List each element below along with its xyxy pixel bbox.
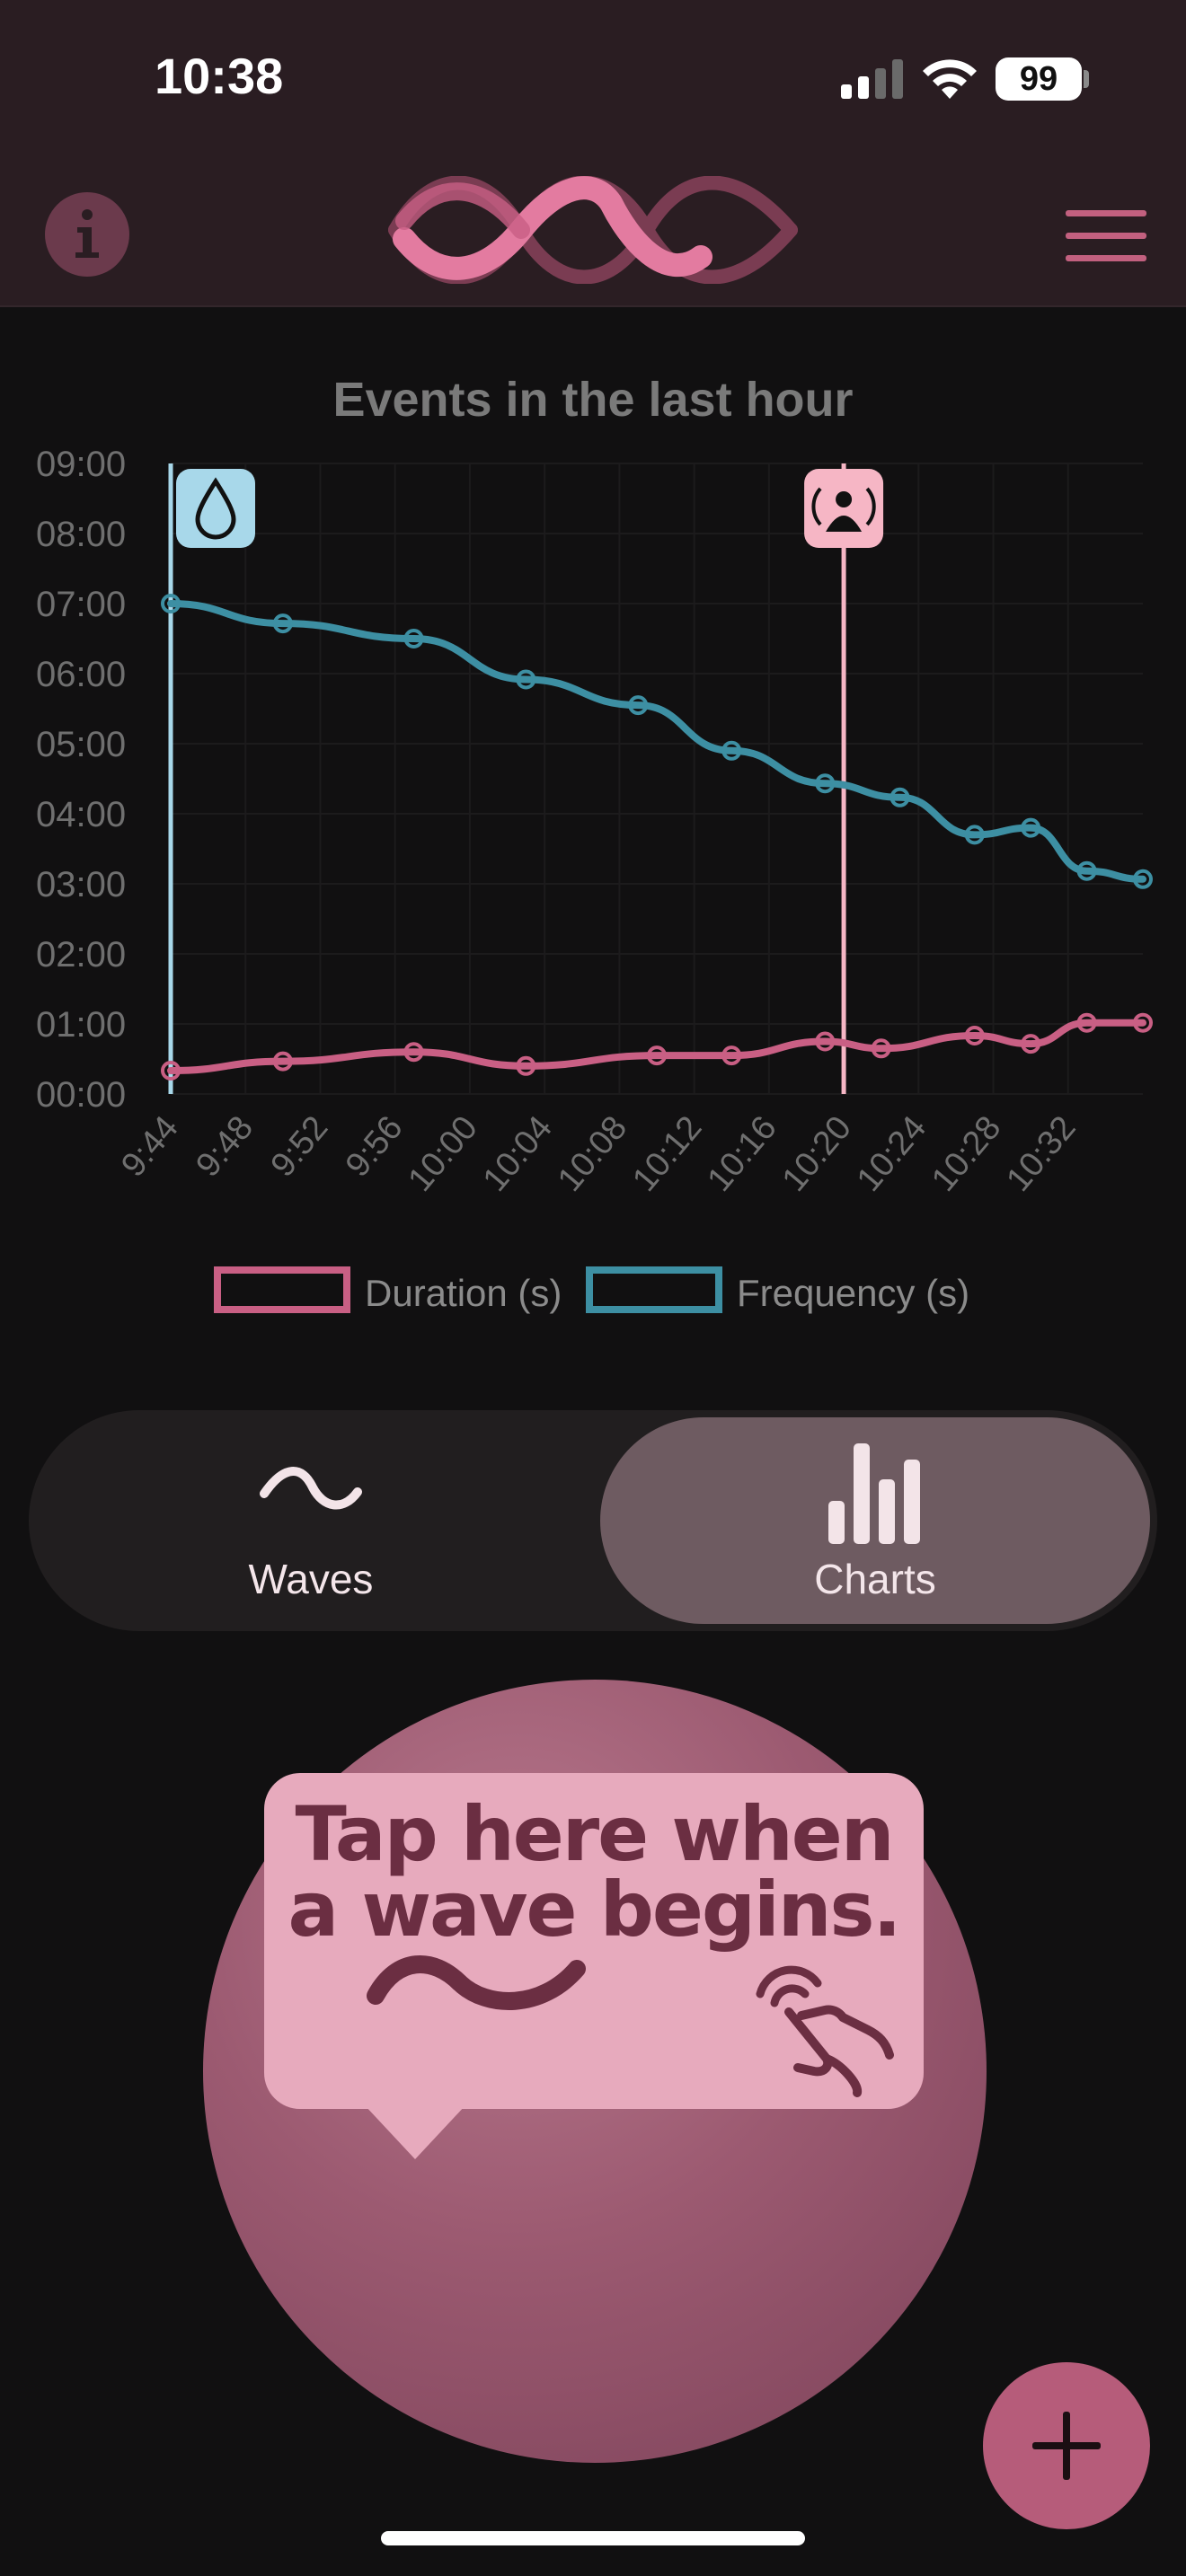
wave-icon xyxy=(260,1467,362,1510)
x-tick-label: 10:28 xyxy=(925,1109,1008,1199)
chart-title: Events in the last hour xyxy=(332,373,854,427)
tap-hint-text: Tap here when a wave begins. xyxy=(264,1796,924,1947)
legend-swatch-0 xyxy=(214,1266,350,1313)
x-tick-label: 10:24 xyxy=(850,1109,934,1199)
x-tick-label: 10:08 xyxy=(551,1109,634,1199)
x-tick-label: 10:32 xyxy=(999,1109,1083,1199)
y-tick-label: 08:00 xyxy=(36,515,126,554)
x-tick-label: 10:16 xyxy=(700,1109,783,1199)
x-tick-label: 9:52 xyxy=(264,1109,336,1185)
battery-tip xyxy=(1084,70,1089,88)
series-line-1 xyxy=(167,600,1146,883)
bar-chart-icon xyxy=(828,1443,920,1544)
squiggle-wave-icon xyxy=(367,1955,586,2010)
y-tick-label: 00:00 xyxy=(36,1075,126,1115)
tab-waves-label: Waves xyxy=(248,1556,374,1602)
tab-waves[interactable]: Waves xyxy=(36,1417,586,1624)
x-tick-label: 9:56 xyxy=(339,1109,411,1185)
status-time: 10:38 xyxy=(155,48,284,104)
legend-label-1: Frequency (s) xyxy=(737,1272,969,1314)
cellular-signal-icon xyxy=(841,59,903,99)
wave-logo-icon xyxy=(388,176,798,284)
y-tick-label: 09:00 xyxy=(36,445,126,484)
tap-hint-bubble-tail xyxy=(365,2105,465,2159)
y-tick-label: 04:00 xyxy=(36,795,126,834)
tab-charts-label: Charts xyxy=(814,1556,936,1602)
plus-icon xyxy=(1032,2412,1101,2480)
x-tick-label: 10:00 xyxy=(402,1109,485,1199)
y-tick-label: 01:00 xyxy=(36,1005,126,1045)
wifi-icon xyxy=(923,59,977,99)
tab-charts[interactable]: Charts xyxy=(600,1417,1150,1624)
info-button[interactable] xyxy=(45,192,129,277)
legend-swatch-1 xyxy=(586,1266,722,1313)
events-chart: 00:00 01:00 02:00 03:00 04:00 05:00 06:00 07:00… xyxy=(36,445,1153,1314)
legend-label-0: Duration (s) xyxy=(365,1272,562,1314)
hamburger-menu-button[interactable] xyxy=(1066,207,1146,264)
x-tick-label: 9:44 xyxy=(114,1109,186,1185)
info-icon xyxy=(75,209,99,258)
y-tick-label: 03:00 xyxy=(36,865,126,904)
tap-hint-line1: Tap here when xyxy=(295,1790,894,1878)
app-header: 10:38 99 xyxy=(0,0,1186,307)
x-tick-label: 10:12 xyxy=(625,1109,709,1199)
tap-hand-icon xyxy=(756,1965,894,2097)
view-switcher: Waves Charts xyxy=(29,1410,1157,1631)
y-tick-label: 02:00 xyxy=(36,935,126,975)
x-tick-label: 10:04 xyxy=(476,1109,560,1199)
home-indicator xyxy=(381,2531,805,2545)
x-tick-label: 10:20 xyxy=(775,1109,859,1199)
contraction-icon-badge xyxy=(804,469,884,548)
x-tick-label: 9:48 xyxy=(189,1109,261,1185)
y-tick-label: 07:00 xyxy=(36,585,126,624)
contraction-icon-head xyxy=(836,491,853,507)
battery-level: 99 xyxy=(1019,59,1058,98)
y-tick-label: 06:00 xyxy=(36,655,126,694)
tap-hint-line2: a wave begins. xyxy=(288,1866,902,1954)
y-tick-label: 05:00 xyxy=(36,725,126,764)
battery-indicator: 99 xyxy=(996,57,1082,101)
add-button[interactable] xyxy=(983,2362,1150,2529)
